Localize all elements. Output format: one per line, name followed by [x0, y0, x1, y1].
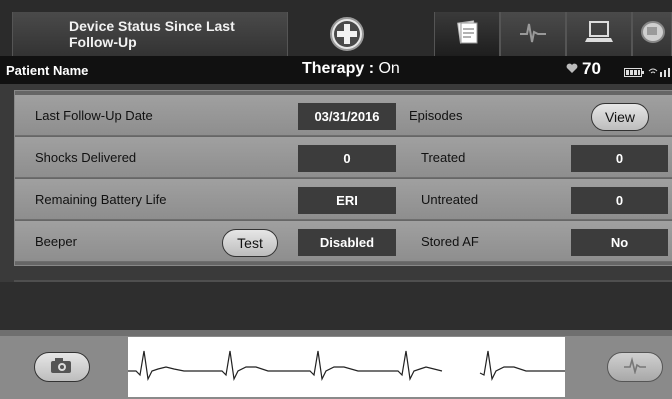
plus-circle-icon[interactable]: [327, 14, 367, 54]
tab-notes[interactable]: [434, 12, 500, 56]
stored-af-label: Stored AF: [421, 234, 479, 249]
device-status-panel: Last Follow-Up Date 03/31/2016 Episodes …: [14, 90, 672, 266]
battery-label: Remaining Battery Life: [35, 192, 167, 207]
tab-laptop[interactable]: [566, 12, 632, 56]
patient-name: Patient Name: [6, 63, 89, 78]
beeper-value: Disabled: [298, 229, 396, 256]
therapy-label: Therapy :: [302, 60, 379, 77]
row-battery: Remaining Battery Life ERI Untreated 0: [15, 179, 672, 220]
untreated-value: 0: [571, 187, 668, 214]
tab-ecg[interactable]: [500, 12, 566, 56]
last-followup-value: 03/31/2016: [298, 103, 396, 130]
patient-bar: Patient Name Therapy : On 70: [0, 56, 672, 84]
heart-rate-value: 70: [582, 59, 601, 78]
battery-value: ERI: [298, 187, 396, 214]
status-icons: [624, 65, 672, 80]
laptop-icon: [584, 18, 614, 51]
snapshot-button[interactable]: [34, 352, 90, 382]
treated-label: Treated: [421, 150, 466, 165]
ecg-strip: [128, 337, 565, 397]
row-beeper: Beeper Test Disabled Stored AF No: [15, 221, 672, 262]
tab-device[interactable]: [632, 12, 672, 56]
heart-icon: [566, 59, 578, 79]
row-shocks: Shocks Delivered 0 Treated 0: [15, 137, 672, 178]
top-bar: Device Status Since Last Follow-Up: [0, 0, 672, 56]
heart-rate: 70: [566, 59, 601, 79]
therapy-status: Therapy : On: [302, 60, 400, 78]
bottom-shade: [0, 330, 672, 336]
episodes-label: Episodes: [409, 108, 463, 123]
screen-title: Device Status Since Last Follow-Up: [12, 12, 288, 56]
view-episodes-button[interactable]: View: [591, 103, 649, 131]
therapy-value: On: [378, 60, 400, 77]
ecg-button[interactable]: [607, 352, 663, 382]
shocks-label: Shocks Delivered: [35, 150, 137, 165]
treated-value: 0: [571, 145, 668, 172]
test-beeper-button[interactable]: Test: [222, 229, 278, 257]
bottom-strip: [0, 330, 672, 399]
stored-af-value: No: [571, 229, 668, 256]
last-followup-label: Last Follow-Up Date: [35, 108, 153, 123]
device-icon: [639, 18, 665, 51]
battery-icon: [624, 65, 644, 80]
empty-band: [0, 282, 672, 330]
signal-icon: [648, 65, 672, 80]
camera-icon: [49, 356, 75, 379]
notes-icon: [453, 18, 481, 51]
row-last-followup: Last Follow-Up Date 03/31/2016 Episodes …: [15, 95, 672, 136]
beeper-label: Beeper: [35, 234, 77, 249]
ecg-waveform-icon: [518, 18, 548, 51]
untreated-label: Untreated: [421, 192, 479, 207]
shocks-value: 0: [298, 145, 396, 172]
ecg-waveform-icon: [622, 356, 648, 379]
